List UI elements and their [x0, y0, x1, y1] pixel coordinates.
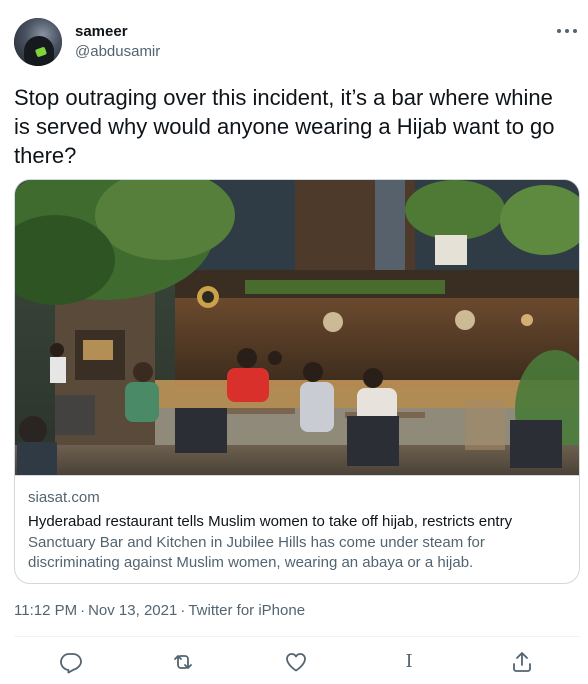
divider [14, 636, 580, 637]
retweet-icon[interactable] [171, 650, 195, 674]
meta-separator: · [80, 602, 86, 619]
card-image[interactable] [15, 180, 579, 475]
tweet-time[interactable]: 11:12 PM [14, 602, 77, 619]
card-description: Sanctuary Bar and Kitchen in Jubilee Hil… [28, 534, 485, 571]
meta-separator: · [180, 602, 186, 619]
tweet-meta: 11:12 PM · Nov 13, 2021 · Twitter for iPhone [14, 602, 305, 619]
tweet-text: Stop outraging over this incident, it’s … [14, 85, 555, 168]
share-icon[interactable] [510, 650, 534, 674]
tweet-date[interactable]: Nov 13, 2021 [88, 602, 177, 619]
tweet-source[interactable]: Twitter for iPhone [188, 602, 305, 619]
reply-icon[interactable] [59, 650, 83, 674]
author-handle[interactable]: @abdusamir [75, 43, 160, 60]
more-options-icon[interactable] [557, 22, 577, 40]
author-display-name[interactable]: sameer [75, 23, 128, 40]
link-card[interactable]: siasat.com Hyderabad restaurant tells Mu… [14, 179, 580, 584]
card-meta[interactable]: siasat.com Hyderabad restaurant tells Mu… [15, 475, 579, 583]
action-bar: I [0, 648, 588, 676]
author-avatar[interactable] [14, 18, 62, 66]
tweet: sameer @abdusamir Stop outraging over th… [0, 0, 588, 684]
heart-icon[interactable] [284, 650, 308, 674]
card-domain: siasat.com [28, 489, 100, 506]
card-title: Hyderabad restaurant tells Muslim women … [28, 513, 513, 530]
text-cursor-icon: I [405, 651, 413, 672]
